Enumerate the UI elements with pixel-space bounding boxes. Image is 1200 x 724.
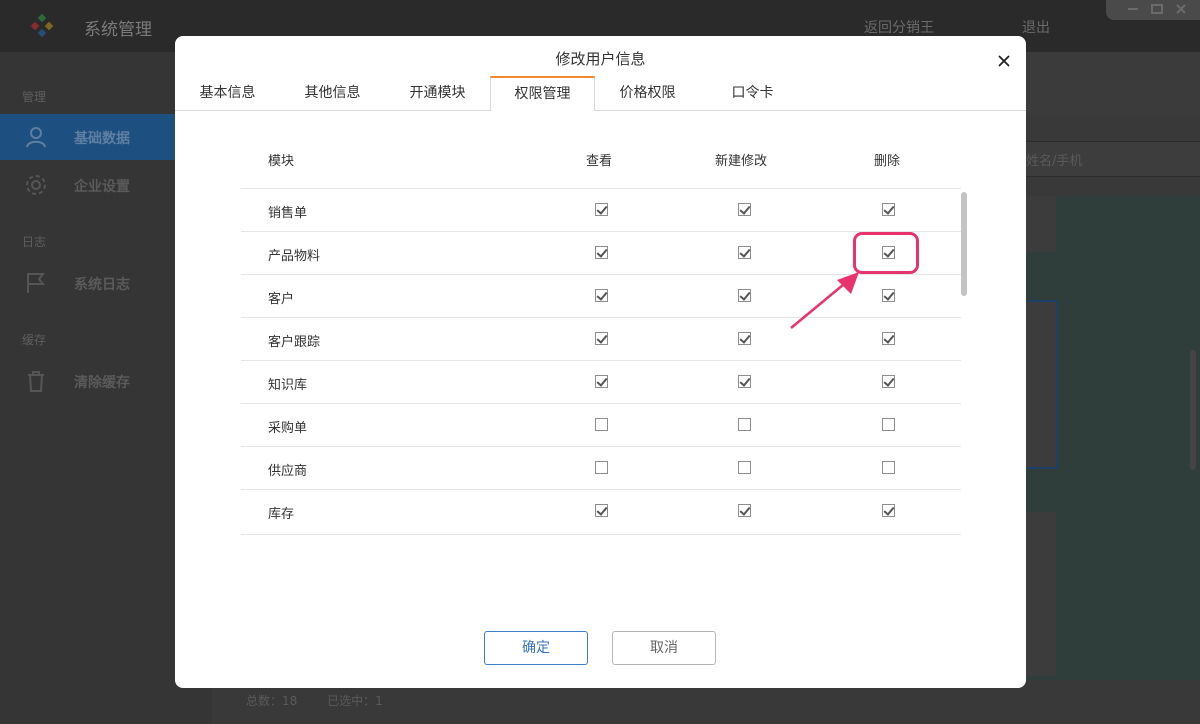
sidebar-item-label: 基础数据 — [74, 131, 130, 147]
tab-price-permission[interactable]: 价格权限 — [595, 76, 700, 110]
exit-link[interactable]: 退出 — [1022, 17, 1050, 37]
table-row: 供应商 — [241, 446, 961, 490]
tab-open-modules[interactable]: 开通模块 — [385, 76, 490, 110]
edit-checkbox[interactable] — [738, 332, 751, 345]
delete-checkbox[interactable] — [882, 332, 895, 345]
view-checkbox[interactable] — [595, 289, 608, 302]
cancel-button[interactable]: 取消 — [612, 631, 716, 665]
user-icon — [26, 127, 46, 148]
edit-user-dialog: 修改用户信息 基本信息 其他信息 开通模块 权限管理 价格权限 口令卡 模块 查… — [175, 36, 1026, 688]
content-scrollbar[interactable] — [1190, 350, 1196, 470]
app-logo-icon — [30, 14, 54, 38]
delete-checkbox[interactable] — [882, 461, 895, 474]
sidebar-item-label: 系统日志 — [74, 277, 130, 293]
view-checkbox[interactable] — [595, 375, 608, 388]
content-header — [1026, 52, 1200, 116]
content-card[interactable] — [1026, 196, 1056, 252]
table-scrollbar — [961, 192, 967, 534]
view-checkbox[interactable] — [595, 203, 608, 216]
header-view: 查看 — [586, 154, 613, 169]
view-checkbox[interactable] — [595, 418, 608, 431]
view-checkbox[interactable] — [595, 461, 608, 474]
trash-icon — [28, 371, 44, 392]
flag-icon — [27, 273, 46, 293]
sidebar-group-manage: 管理 — [22, 90, 47, 104]
tab-bar: 基本信息 其他信息 开通模块 权限管理 价格权限 口令卡 — [175, 76, 1026, 111]
window-controls — [1106, 0, 1200, 20]
delete-checkbox[interactable] — [882, 504, 895, 517]
edit-checkbox[interactable] — [738, 203, 751, 216]
footer-status: 总数：18 已选中：1 — [246, 692, 409, 709]
sidebar-item-label: 企业设置 — [74, 179, 130, 195]
row-module-label: 知识库 — [268, 378, 308, 393]
edit-checkbox[interactable] — [738, 504, 751, 517]
gear-icon — [26, 175, 46, 195]
row-module-label: 采购单 — [268, 421, 308, 436]
minimize-icon[interactable] — [1126, 4, 1140, 14]
content-card[interactable] — [1026, 512, 1056, 676]
header-module: 模块 — [268, 154, 295, 169]
scrollbar-thumb[interactable] — [961, 192, 967, 296]
table-divider — [241, 534, 961, 535]
selected-count: 已选中：1 — [327, 694, 383, 708]
header-edit: 新建修改 — [715, 154, 768, 169]
tab-password-card[interactable]: 口令卡 — [700, 76, 805, 110]
row-module-label: 客户 — [268, 292, 295, 307]
header-delete: 删除 — [874, 154, 901, 169]
window-close-icon[interactable] — [1174, 4, 1188, 14]
row-module-label: 供应商 — [268, 464, 308, 479]
edit-checkbox[interactable] — [738, 418, 751, 431]
app-title: 系统管理 — [84, 20, 152, 40]
table-row: 库存 — [241, 489, 961, 533]
view-checkbox[interactable] — [595, 504, 608, 517]
tab-other-info[interactable]: 其他信息 — [280, 76, 385, 110]
table-row: 知识库 — [241, 360, 961, 404]
annotation-arrow-icon — [790, 272, 859, 329]
return-link[interactable]: 返回分销王 — [864, 17, 934, 37]
tab-basic-info[interactable]: 基本信息 — [175, 76, 280, 110]
edit-checkbox[interactable] — [738, 375, 751, 388]
row-module-label: 库存 — [268, 507, 295, 522]
delete-checkbox[interactable] — [882, 203, 895, 216]
sidebar-group-cache: 缓存 — [22, 333, 47, 347]
sidebar-group-log: 日志 — [22, 235, 47, 249]
maximize-icon[interactable] — [1150, 4, 1164, 14]
ok-button[interactable]: 确定 — [484, 631, 588, 665]
edit-checkbox[interactable] — [738, 246, 751, 259]
search-placeholder: 姓名/手机 — [1026, 154, 1083, 169]
view-checkbox[interactable] — [595, 332, 608, 345]
table-row: 采购单 — [241, 403, 961, 447]
delete-checkbox[interactable] — [882, 418, 895, 431]
view-checkbox[interactable] — [595, 246, 608, 259]
close-icon[interactable] — [993, 50, 1015, 72]
total-count: 总数：18 — [246, 694, 298, 708]
table-row: 销售单 — [241, 188, 961, 232]
row-module-label: 客户跟踪 — [268, 335, 321, 350]
content-card-selected[interactable] — [1026, 300, 1058, 469]
dialog-title: 修改用户信息 — [555, 50, 646, 68]
edit-checkbox[interactable] — [738, 289, 751, 302]
row-module-label: 销售单 — [268, 206, 308, 221]
row-module-label: 产品物料 — [268, 249, 321, 264]
sidebar-item-label: 清除缓存 — [74, 375, 130, 391]
tab-permission-management[interactable]: 权限管理 — [490, 76, 595, 111]
delete-checkbox[interactable] — [882, 375, 895, 388]
delete-checkbox[interactable] — [882, 289, 895, 302]
edit-checkbox[interactable] — [738, 461, 751, 474]
